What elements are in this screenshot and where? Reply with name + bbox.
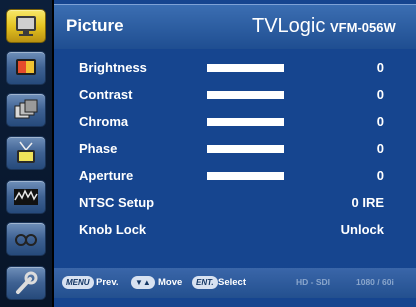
setting-label: Contrast (79, 87, 133, 102)
setting-row-chroma[interactable]: Chroma 0 (54, 111, 416, 137)
glasses-icon (15, 234, 37, 246)
level-bar (207, 91, 284, 99)
setting-row-knob-lock[interactable]: Knob Lock Unlock (54, 219, 416, 245)
setting-label: Knob Lock (79, 222, 147, 237)
settings-panel: Picture TVLogic VFM-056W Brightness 0 Co… (54, 0, 416, 307)
scope-waveform-icon (14, 189, 38, 205)
setting-value: 0 (376, 60, 384, 75)
prev-hint: Prev. (96, 277, 119, 288)
sidebar-item-color[interactable] (6, 51, 46, 85)
ent-key-badge: ENT. (192, 276, 218, 289)
page-title: Picture (66, 16, 124, 35)
setting-row-ntsc-setup[interactable]: NTSC Setup 0 IRE (54, 192, 416, 218)
sidebar (0, 0, 52, 307)
select-hint: Select (218, 277, 246, 288)
sidebar-item-system[interactable] (6, 266, 46, 300)
setting-row-phase[interactable]: Phase 0 (54, 138, 416, 164)
monitor-icon (16, 16, 36, 36)
setting-row-aperture[interactable]: Aperture 0 (54, 165, 416, 191)
setting-value: 0 (376, 114, 384, 129)
setting-label: Chroma (79, 114, 129, 129)
move-hint: Move (158, 277, 183, 288)
setting-value: Unlock (340, 222, 384, 237)
brand-name: TVLogic (252, 15, 326, 37)
level-bar-fill (207, 91, 284, 99)
level-bar-fill (207, 64, 284, 72)
setting-row-brightness[interactable]: Brightness 0 (54, 57, 416, 83)
level-bar (207, 118, 284, 126)
sidebar-item-input[interactable] (6, 136, 46, 170)
setting-label: Aperture (79, 168, 134, 183)
sidebar-item-screens[interactable] (6, 93, 46, 127)
setting-label: NTSC Setup (79, 195, 155, 210)
osd-menu: Picture TVLogic VFM-056W Brightness 0 Co… (0, 0, 416, 307)
footer-bar: MENU Prev. ▼▲ Move ENT. Select HD - SDI … (54, 268, 416, 298)
setting-value: 0 (376, 87, 384, 102)
menu-key-badge: MENU (62, 276, 94, 289)
wrench-icon (16, 271, 38, 294)
sidebar-item-3d[interactable] (6, 222, 46, 256)
signal-type: HD - SDI (296, 277, 330, 287)
level-bar-fill (207, 145, 284, 153)
setting-value: 0 IRE (351, 195, 384, 210)
level-bar-fill (207, 118, 284, 126)
setting-value: 0 (376, 141, 384, 156)
setting-value: 0 (376, 168, 384, 183)
color-screen-icon (16, 59, 36, 75)
stacked-screens-icon (14, 99, 38, 119)
sidebar-item-scope[interactable] (6, 180, 46, 214)
level-bar (207, 172, 284, 180)
arrow-key-badge: ▼▲ (131, 276, 155, 289)
level-bar (207, 145, 284, 153)
level-bar (207, 64, 284, 72)
sidebar-item-picture[interactable] (6, 9, 46, 43)
video-format: 1080 / 60i (356, 277, 394, 287)
header-bar: Picture TVLogic VFM-056W (54, 4, 416, 49)
antenna-tv-icon (17, 141, 35, 163)
setting-label: Brightness (79, 60, 147, 75)
setting-row-contrast[interactable]: Contrast 0 (54, 84, 416, 110)
level-bar-fill (207, 172, 284, 180)
model-name: VFM-056W (330, 20, 396, 35)
setting-label: Phase (79, 141, 118, 156)
